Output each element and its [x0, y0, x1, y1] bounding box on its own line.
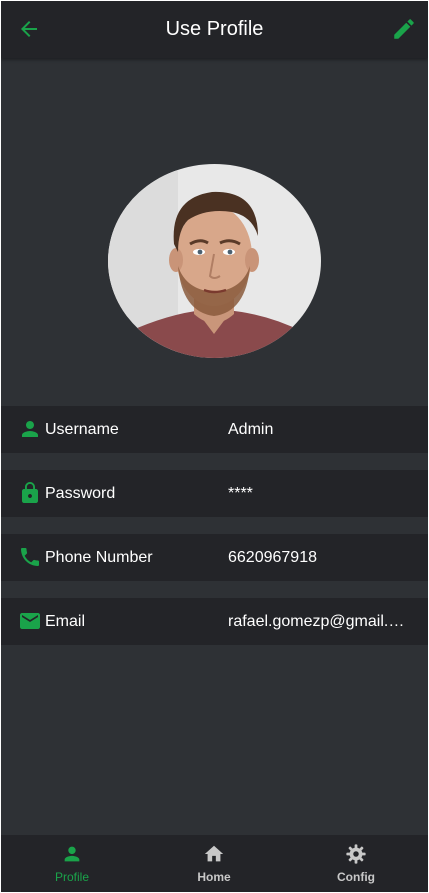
person-icon [22, 421, 38, 437]
home-icon [204, 845, 224, 862]
lock-icon [22, 482, 38, 503]
username-row: Username Admin [1, 406, 428, 453]
page-title: Use Profile [165, 18, 264, 40]
app-bar: Use Profile [1, 1, 428, 58]
nav-label-config: Config [337, 870, 375, 884]
email-value: rafael.gomezp@gmail.com [228, 613, 408, 630]
nav-label-home: Home [197, 870, 231, 884]
password-label: Password [45, 485, 116, 502]
phone-label: Phone Number [45, 549, 153, 566]
phone-row: Phone Number 6620967918 [1, 534, 428, 581]
nav-label-profile: Profile [54, 870, 89, 884]
profile-screen: Use Profile Username Admin Password ****… [1, 1, 428, 892]
person-icon [64, 846, 80, 862]
password-value: **** [228, 485, 253, 502]
password-row: Password **** [1, 470, 428, 517]
settings-icon [346, 844, 366, 864]
phone-icon [21, 548, 39, 566]
email-row: Email rafael.gomezp@gmail.com [1, 598, 428, 645]
username-label: Username [45, 421, 119, 438]
nav-item-home[interactable]: Home [143, 835, 285, 892]
email-label: Email [45, 613, 86, 630]
phone-value: 6620967918 [228, 549, 317, 566]
username-value: Admin [228, 421, 274, 438]
profile-avatar [108, 164, 321, 358]
edit-pencil-icon[interactable] [391, 16, 417, 42]
nav-item-profile[interactable]: Profile [1, 835, 143, 892]
mail-icon [20, 613, 40, 629]
nav-item-config[interactable]: Config [285, 835, 427, 892]
bottom-navigation: Profile Home Config [1, 835, 428, 892]
